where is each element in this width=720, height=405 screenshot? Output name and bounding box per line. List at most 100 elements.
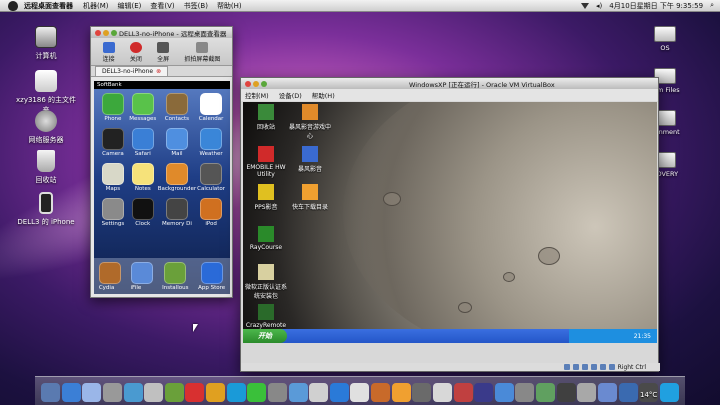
app-weather[interactable]: Weather (196, 128, 226, 157)
tab-close-icon[interactable]: ⊗ (156, 68, 161, 75)
menu-machine[interactable]: 机器(M) (83, 1, 109, 11)
fullscreen-button[interactable]: 全屏 (157, 42, 169, 63)
zoom-icon[interactable] (111, 29, 117, 36)
dock-app-icon[interactable] (577, 383, 597, 402)
dock-app-icon[interactable] (536, 383, 555, 402)
dock-app-icon[interactable] (247, 383, 267, 402)
volume-icon[interactable]: ◂) (596, 2, 602, 10)
cd-icon[interactable] (572, 364, 579, 370)
close-icon[interactable] (95, 29, 101, 36)
computer-desktop-icon[interactable]: 计算机 (16, 26, 76, 61)
dock-app-icon[interactable] (309, 383, 329, 402)
xp-icon[interactable]: 微软正版认证系统安装包 (243, 264, 289, 300)
app-notes[interactable]: Notes (128, 163, 158, 192)
dock-app-icon[interactable] (329, 383, 349, 402)
xp-icon[interactable]: 暴风影音游戏中心 (287, 104, 333, 140)
start-button[interactable]: 开始 (243, 329, 287, 343)
dock-app-icon[interactable] (391, 383, 411, 402)
dock-app-icon[interactable] (597, 383, 617, 402)
iphone-device-desktop-icon[interactable]: DELL3 的 iPhone (16, 192, 76, 227)
dock-app-icon[interactable] (185, 383, 205, 402)
app-camera[interactable]: Camera (98, 128, 128, 157)
menu-control[interactable]: 控制(M) (245, 90, 269, 100)
dock-app-icon[interactable] (474, 383, 494, 402)
screenshot-button[interactable]: 抓拍屏幕截图 (184, 42, 220, 63)
trash-desktop-icon[interactable]: 回收站 (16, 150, 76, 185)
spotlight-icon[interactable]: ⌕ (710, 1, 714, 10)
dock-app-icon[interactable] (659, 383, 679, 402)
dock-app-icon[interactable] (61, 383, 81, 402)
network-desktop-icon[interactable]: 网络服务器 (16, 110, 76, 145)
app-mail[interactable]: Mail (158, 128, 196, 157)
app-memory-di[interactable]: Memory Di (158, 198, 196, 227)
minimize-icon[interactable] (253, 80, 259, 87)
dock-app-icon[interactable] (102, 383, 122, 402)
dock-app-app-store[interactable]: App Store (198, 262, 225, 294)
wifi-icon[interactable] (581, 2, 590, 9)
clock[interactable]: 4月10日星期日 下午 9:35:59 (609, 1, 703, 11)
dock-app-icon[interactable] (453, 383, 473, 402)
hdd-icon[interactable] (563, 364, 570, 370)
app-clock[interactable]: Clock (128, 198, 158, 227)
xp-icon[interactable]: 快车下载目录 (287, 184, 333, 211)
dock-app-icon[interactable] (412, 383, 432, 402)
dock-app-icon[interactable] (226, 383, 246, 402)
menu-edit[interactable]: 编辑(E) (118, 1, 142, 11)
dock-app-icon[interactable] (432, 383, 452, 402)
dock-app-installous[interactable]: Installous (162, 262, 188, 294)
app-backgrounder[interactable]: Backgrounder (158, 163, 196, 192)
dock-app-icon[interactable] (82, 383, 102, 402)
drive-os[interactable]: OS (645, 26, 685, 52)
dock-app-icon[interactable] (515, 383, 535, 402)
dock-app-icon[interactable] (41, 383, 60, 402)
app-settings[interactable]: Settings (98, 198, 128, 227)
dock-app-icon[interactable] (494, 383, 514, 402)
app-safari[interactable]: Safari (128, 128, 158, 157)
dock-app-icon[interactable] (267, 383, 287, 402)
dock-app-icon[interactable] (371, 383, 390, 402)
app-phone[interactable]: Phone (98, 93, 128, 122)
iphone-screen[interactable]: SoftBank Phone Messages Contacts Calendar Ca… (94, 81, 230, 294)
dock-app-icon[interactable] (164, 383, 184, 402)
menu-help[interactable]: 帮助(H) (312, 90, 335, 100)
usb-icon[interactable] (581, 364, 588, 370)
minimize-icon[interactable] (103, 29, 109, 36)
xp-icon[interactable]: 暴风影音 (287, 146, 333, 173)
network-icon[interactable] (590, 364, 597, 370)
menu-help[interactable]: 帮助(H) (217, 1, 242, 11)
menu-view[interactable]: 查看(V) (150, 1, 174, 11)
dock-app-icon[interactable] (123, 383, 143, 402)
app-messages[interactable]: Messages (128, 93, 158, 122)
dock-app-icon[interactable] (206, 383, 225, 402)
app-calculator[interactable]: Calculator (196, 163, 226, 192)
window-titlebar[interactable]: DELL3-no-iPhone - 远程桌面查看器 (91, 27, 232, 38)
dock-app-icon[interactable] (288, 383, 308, 402)
shared-folder-icon[interactable] (599, 364, 606, 370)
apple-menu-icon[interactable] (8, 0, 18, 11)
mouse-integration-icon[interactable] (608, 364, 615, 370)
dock-app-icon[interactable] (556, 383, 576, 402)
menu-devices[interactable]: 设备(D) (279, 90, 302, 100)
xp-icon[interactable]: RayCourse (243, 226, 289, 251)
vbox-titlebar[interactable]: WindowsXP [正在运行] - Oracle VM VirtualBox (241, 78, 658, 89)
dock-app-ifile[interactable]: iFile (130, 262, 153, 294)
close-icon[interactable] (245, 80, 251, 87)
app-ipod[interactable]: iPod (196, 198, 226, 227)
close-connection-button[interactable]: 关闭 (129, 42, 142, 63)
dock-app-icon[interactable] (144, 383, 164, 402)
app-calendar[interactable]: Calendar (196, 93, 226, 122)
xp-icon[interactable]: PPS影音 (243, 184, 289, 211)
dock-app-cydia[interactable]: Cydia (98, 262, 121, 294)
home-folder-desktop-icon[interactable]: xzy3186 的主文件夹 (16, 70, 76, 115)
tab-iphone[interactable]: DELL3-no-iPhone ⊗ (95, 66, 169, 76)
xp-icon[interactable]: 回收站 (243, 104, 289, 131)
tray-clock[interactable]: 21:35 (634, 333, 651, 340)
dock-app-icon[interactable] (618, 383, 638, 402)
app-contacts[interactable]: Contacts (158, 93, 196, 122)
app-maps[interactable]: Maps (98, 163, 128, 192)
app-menu[interactable]: 远程桌面查看器 (24, 1, 73, 11)
dock-app-icon[interactable] (350, 383, 370, 402)
zoom-icon[interactable] (261, 80, 267, 87)
xp-icon[interactable]: CrazyRemote (243, 304, 289, 329)
connect-button[interactable]: 连接 (102, 42, 115, 63)
